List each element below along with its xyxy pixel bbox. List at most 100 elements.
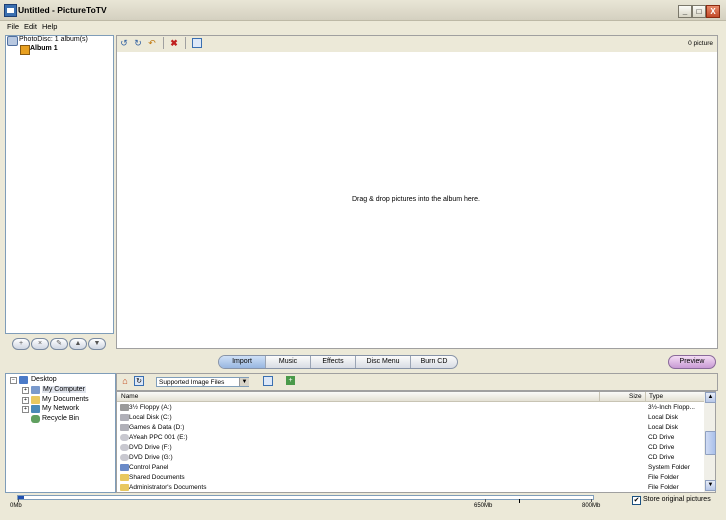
file-row[interactable]: Control Panel System Folder [117,463,704,473]
desktop-icon [19,376,28,384]
file-name: Games & Data (D:) [129,424,185,431]
toolbar-separator [163,37,164,49]
add-pictures-icon[interactable]: + [286,376,295,385]
file-name: DVD Drive (F:) [129,444,172,451]
file-name: Administrator's Documents [129,484,207,491]
cd-drive-icon [120,454,129,461]
file-row[interactable]: Games & Data (D:) Local Disk [117,423,704,433]
undo-icon[interactable]: ↶ [147,38,157,48]
tab-bar: Import Music Effects Disc Menu Burn CD [218,355,458,369]
rotate-left-icon[interactable]: ↺ [119,38,129,48]
move-album-up-button[interactable]: ▲ [69,338,87,350]
expand-icon[interactable]: + [22,387,29,394]
file-name: Shared Documents [129,474,185,481]
add-album-button[interactable]: + [12,338,30,350]
scroll-up-icon[interactable]: ▲ [705,392,716,403]
maximize-button[interactable]: □ [692,5,706,18]
file-type: File Folder [648,484,679,491]
menu-help[interactable]: Help [42,22,57,31]
picture-count: 0 picture [688,40,713,47]
file-name: DVD Drive (G:) [129,454,173,461]
column-type[interactable]: Type [649,393,663,400]
file-name: 3½ Floppy (A:) [129,404,172,411]
preview-button[interactable]: Preview [668,355,716,369]
delete-picture-icon[interactable]: ✖ [169,38,179,48]
file-type: CD Drive [648,434,675,441]
expand-icon[interactable]: + [22,406,29,413]
minimize-button[interactable]: _ [678,5,692,18]
file-row[interactable]: DVD Drive (F:) CD Drive [117,443,704,453]
file-type: Local Disk [648,414,678,421]
close-button[interactable]: X [706,5,720,18]
store-original-checkbox[interactable]: ✔ [632,496,641,505]
file-row[interactable]: Local Disk (C:) Local Disk [117,413,704,423]
title-bar[interactable] [0,0,726,21]
capacity-tick [18,499,19,502]
column-size[interactable]: Size [629,393,642,400]
column-separator[interactable] [645,392,646,401]
capacity-tick [591,499,592,502]
tab-import[interactable]: Import [219,356,266,368]
tree-item-desktop[interactable]: Desktop [31,376,57,383]
file-row[interactable]: AYeah PPC 001 (E:) CD Drive [117,433,704,443]
file-row[interactable]: Administrator's Documents File Folder [117,483,704,491]
rotate-right-icon[interactable]: ↻ [133,38,143,48]
menu-file[interactable]: File [7,22,19,31]
file-name: Control Panel [129,464,169,471]
file-row[interactable]: 3½ Floppy (A:) 3½-Inch Flopp... [117,403,704,413]
floppy-icon [120,404,129,411]
expand-icon[interactable]: + [22,397,29,404]
properties-icon[interactable] [192,38,202,48]
file-type: 3½-Inch Flopp... [648,404,695,411]
documents-folder-icon [31,396,40,404]
tree-item-recycle-bin[interactable]: Recycle Bin [42,415,79,422]
rename-album-button[interactable]: ✎ [50,338,68,350]
tree-root-photodisc[interactable]: PhotoDisc: 1 album(s) [19,36,88,43]
scroll-down-icon[interactable]: ▼ [705,480,716,491]
view-mode-icon[interactable] [263,376,273,386]
up-folder-icon[interactable]: ⌂ [120,376,130,386]
file-type: CD Drive [648,444,675,451]
capacity-650-label: 650Mb [474,503,493,509]
folder-icon [120,484,129,491]
app-icon [4,4,17,17]
file-type: System Folder [648,464,690,471]
album-icon [20,45,30,55]
album-tree-panel[interactable] [5,35,114,334]
control-panel-icon [120,464,129,471]
network-icon [31,405,40,413]
window-title: Untitled - PictureToTV [18,5,107,15]
capacity-max-label: 800Mb [582,503,601,509]
tab-burn-cd[interactable]: Burn CD [411,356,457,368]
folder-icon [120,474,129,481]
move-album-down-button[interactable]: ▼ [88,338,106,350]
menu-edit[interactable]: Edit [24,22,37,31]
file-row[interactable]: Shared Documents File Folder [117,473,704,483]
computer-icon [31,386,40,394]
scrollbar-thumb[interactable] [705,431,716,455]
tree-item-my-network[interactable]: My Network [42,405,79,412]
file-list-header [117,392,704,402]
tab-disc-menu[interactable]: Disc Menu [356,356,411,368]
capacity-tick [485,499,486,502]
refresh-icon[interactable]: ↻ [134,376,144,386]
drop-hint-text: Drag & drop pictures into the album here… [351,196,480,203]
hard-disk-icon [120,424,129,431]
column-separator[interactable] [599,392,600,401]
disc-icon [7,36,18,46]
delete-album-button[interactable]: × [31,338,49,350]
file-type-filter-select[interactable]: Supported Image Files [156,377,249,387]
tree-item-my-computer[interactable]: My Computer [42,386,87,393]
cd-drive-icon [120,444,129,451]
tree-item-my-documents[interactable]: My Documents [42,396,89,403]
file-row[interactable]: DVD Drive (G:) CD Drive [117,453,704,463]
disc-capacity-bar [17,495,594,500]
tab-music[interactable]: Music [266,356,311,368]
column-name[interactable]: Name [121,393,138,400]
tree-item-album-1[interactable]: Album 1 [30,45,58,52]
collapse-icon[interactable]: − [10,377,17,384]
store-original-label: Store original pictures [643,496,711,503]
capacity-min-label: 0Mb [10,503,22,509]
chevron-down-icon[interactable]: ▼ [239,378,249,386]
tab-effects[interactable]: Effects [311,356,356,368]
